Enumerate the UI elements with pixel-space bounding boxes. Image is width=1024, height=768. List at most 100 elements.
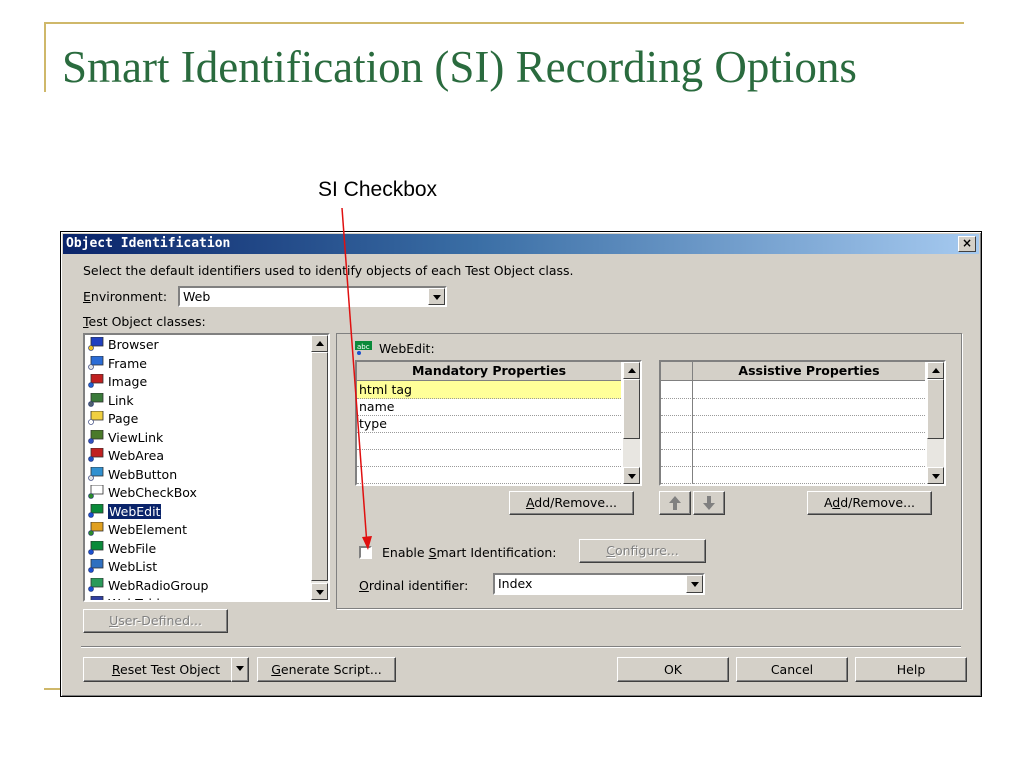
arrow-up-icon (669, 496, 681, 510)
class-list-item[interactable]: WebCheckBox (87, 484, 197, 502)
frame-icon (88, 355, 104, 370)
mandatory-add-remove-button[interactable]: Add/Remove... (509, 491, 634, 515)
class-list-item[interactable]: WebButton (87, 466, 177, 484)
scroll-up-button[interactable] (623, 362, 640, 379)
webarea-icon (88, 448, 104, 462)
class-list-item-label: WebElement (108, 522, 188, 537)
scroll-up-button[interactable] (927, 362, 944, 379)
environment-label: Environment: (83, 289, 168, 304)
weblist-icon (88, 559, 104, 573)
move-up-button[interactable] (659, 491, 691, 515)
webedit-icon: abc (355, 341, 372, 355)
smart-identification-label: Enable Smart Identification: (382, 545, 557, 560)
environment-value: Web (183, 289, 211, 304)
class-list-item-label: WebFile (108, 540, 157, 556)
configure-button[interactable]: Configure... (579, 539, 706, 563)
webfile-icon (88, 540, 104, 555)
ok-button[interactable]: OK (617, 657, 729, 682)
assistive-scrollbar[interactable] (927, 362, 944, 484)
property-index-cell (661, 381, 693, 399)
class-list-item[interactable]: WebFile (87, 540, 156, 558)
class-list-item-label: Image (108, 374, 148, 389)
reset-test-object-button[interactable]: Reset Test Object (83, 657, 249, 682)
class-list-item[interactable]: Browser (87, 336, 159, 354)
user-defined-button[interactable]: User-Defined... (83, 609, 228, 633)
class-list-item[interactable]: ViewLink (87, 429, 163, 447)
class-list-item-label: WebTable (108, 596, 168, 600)
assistive-header[interactable]: Assistive Properties (693, 362, 925, 381)
property-row[interactable]: type (357, 415, 621, 433)
property-row[interactable] (693, 381, 925, 399)
property-index-cell (661, 398, 693, 416)
ordinal-identifier-combo[interactable]: Index (493, 573, 705, 595)
smart-identification-checkbox[interactable] (359, 546, 372, 559)
property-row[interactable]: name (357, 398, 621, 416)
scroll-thumb[interactable] (623, 379, 640, 439)
assistive-add-remove-button[interactable]: Add/Remove... (807, 491, 932, 515)
property-row[interactable] (357, 449, 621, 467)
scroll-up-button[interactable] (311, 335, 328, 352)
assistive-properties-grid[interactable]: Assistive Properties (659, 360, 946, 486)
scroll-thumb[interactable] (927, 379, 944, 439)
slide-side-rule (44, 22, 46, 92)
class-list-item[interactable]: WebRadioGroup (87, 577, 208, 595)
slide-top-rule (44, 22, 964, 24)
class-list-scrollbar[interactable] (311, 335, 328, 600)
scroll-down-button[interactable] (311, 583, 328, 600)
page-icon (88, 411, 104, 425)
class-list-item-label: WebList (108, 559, 158, 574)
arrow-down-icon (316, 590, 324, 595)
close-button[interactable]: × (958, 236, 976, 252)
object-identification-dialog: Object Identification × Select the defau… (60, 231, 982, 697)
property-index-cell (661, 415, 693, 433)
class-list-item[interactable]: Image (87, 373, 147, 391)
class-list-item[interactable]: Frame (87, 355, 147, 373)
property-row[interactable] (357, 432, 621, 450)
property-row[interactable] (357, 466, 621, 484)
scroll-down-button[interactable] (927, 467, 944, 484)
property-row[interactable] (693, 398, 925, 416)
property-row[interactable] (693, 449, 925, 467)
environment-combo[interactable]: Web (178, 286, 447, 307)
class-list-item[interactable]: WebEdit (87, 503, 162, 521)
ordinal-identifier-label: Ordinal identifier: (359, 578, 469, 593)
arrow-up-icon (316, 341, 324, 346)
callout-label: SI Checkbox (318, 178, 438, 201)
class-list-item-label: WebRadioGroup (108, 577, 209, 593)
class-list-item-label: WebButton (108, 466, 178, 482)
ordinal-identifier-value: Index (498, 576, 533, 591)
environment-dropdown-button[interactable] (428, 288, 445, 305)
property-row[interactable] (693, 415, 925, 433)
class-list-item[interactable]: WebElement (87, 521, 187, 539)
scroll-thumb[interactable] (311, 352, 328, 581)
property-row[interactable] (693, 466, 925, 484)
arrow-down-icon (932, 474, 940, 479)
test-object-class-list[interactable]: Browser Frame Image Link Page ViewLink WebArea… (83, 333, 330, 602)
slide-title: Smart Identification (SI) Recording Opti… (62, 42, 857, 92)
class-list-item-label: Browser (108, 337, 159, 352)
class-list-item-label: Page (108, 411, 139, 426)
arrow-down-icon (703, 496, 715, 510)
mandatory-scrollbar[interactable] (623, 362, 640, 484)
title-bar[interactable]: Object Identification × (63, 234, 979, 254)
generate-script-button[interactable]: Generate Script... (257, 657, 396, 682)
help-button[interactable]: Help (855, 657, 967, 682)
class-list-item[interactable]: Link (87, 392, 134, 410)
property-row[interactable] (693, 432, 925, 450)
class-list-item[interactable]: Page (87, 410, 138, 428)
test-object-classes-label: Test Object classes: (83, 314, 206, 329)
webradiogroup-icon (88, 577, 104, 592)
cancel-button[interactable]: Cancel (736, 657, 848, 682)
mandatory-header[interactable]: Mandatory Properties (357, 362, 621, 381)
property-index-cell (661, 449, 693, 467)
mandatory-properties-grid[interactable]: Mandatory Properties html tag name type (355, 360, 642, 486)
property-row[interactable]: html tag (357, 381, 621, 399)
reset-dropdown-button[interactable] (231, 657, 249, 682)
class-list-item[interactable]: WebList (87, 558, 157, 576)
class-list-item[interactable]: WebArea (87, 447, 164, 465)
move-down-button[interactable] (693, 491, 725, 515)
class-list-item[interactable]: WebTable (87, 595, 168, 600)
chevron-down-icon (691, 582, 699, 587)
ordinal-dropdown-button[interactable] (686, 575, 703, 593)
scroll-down-button[interactable] (623, 467, 640, 484)
